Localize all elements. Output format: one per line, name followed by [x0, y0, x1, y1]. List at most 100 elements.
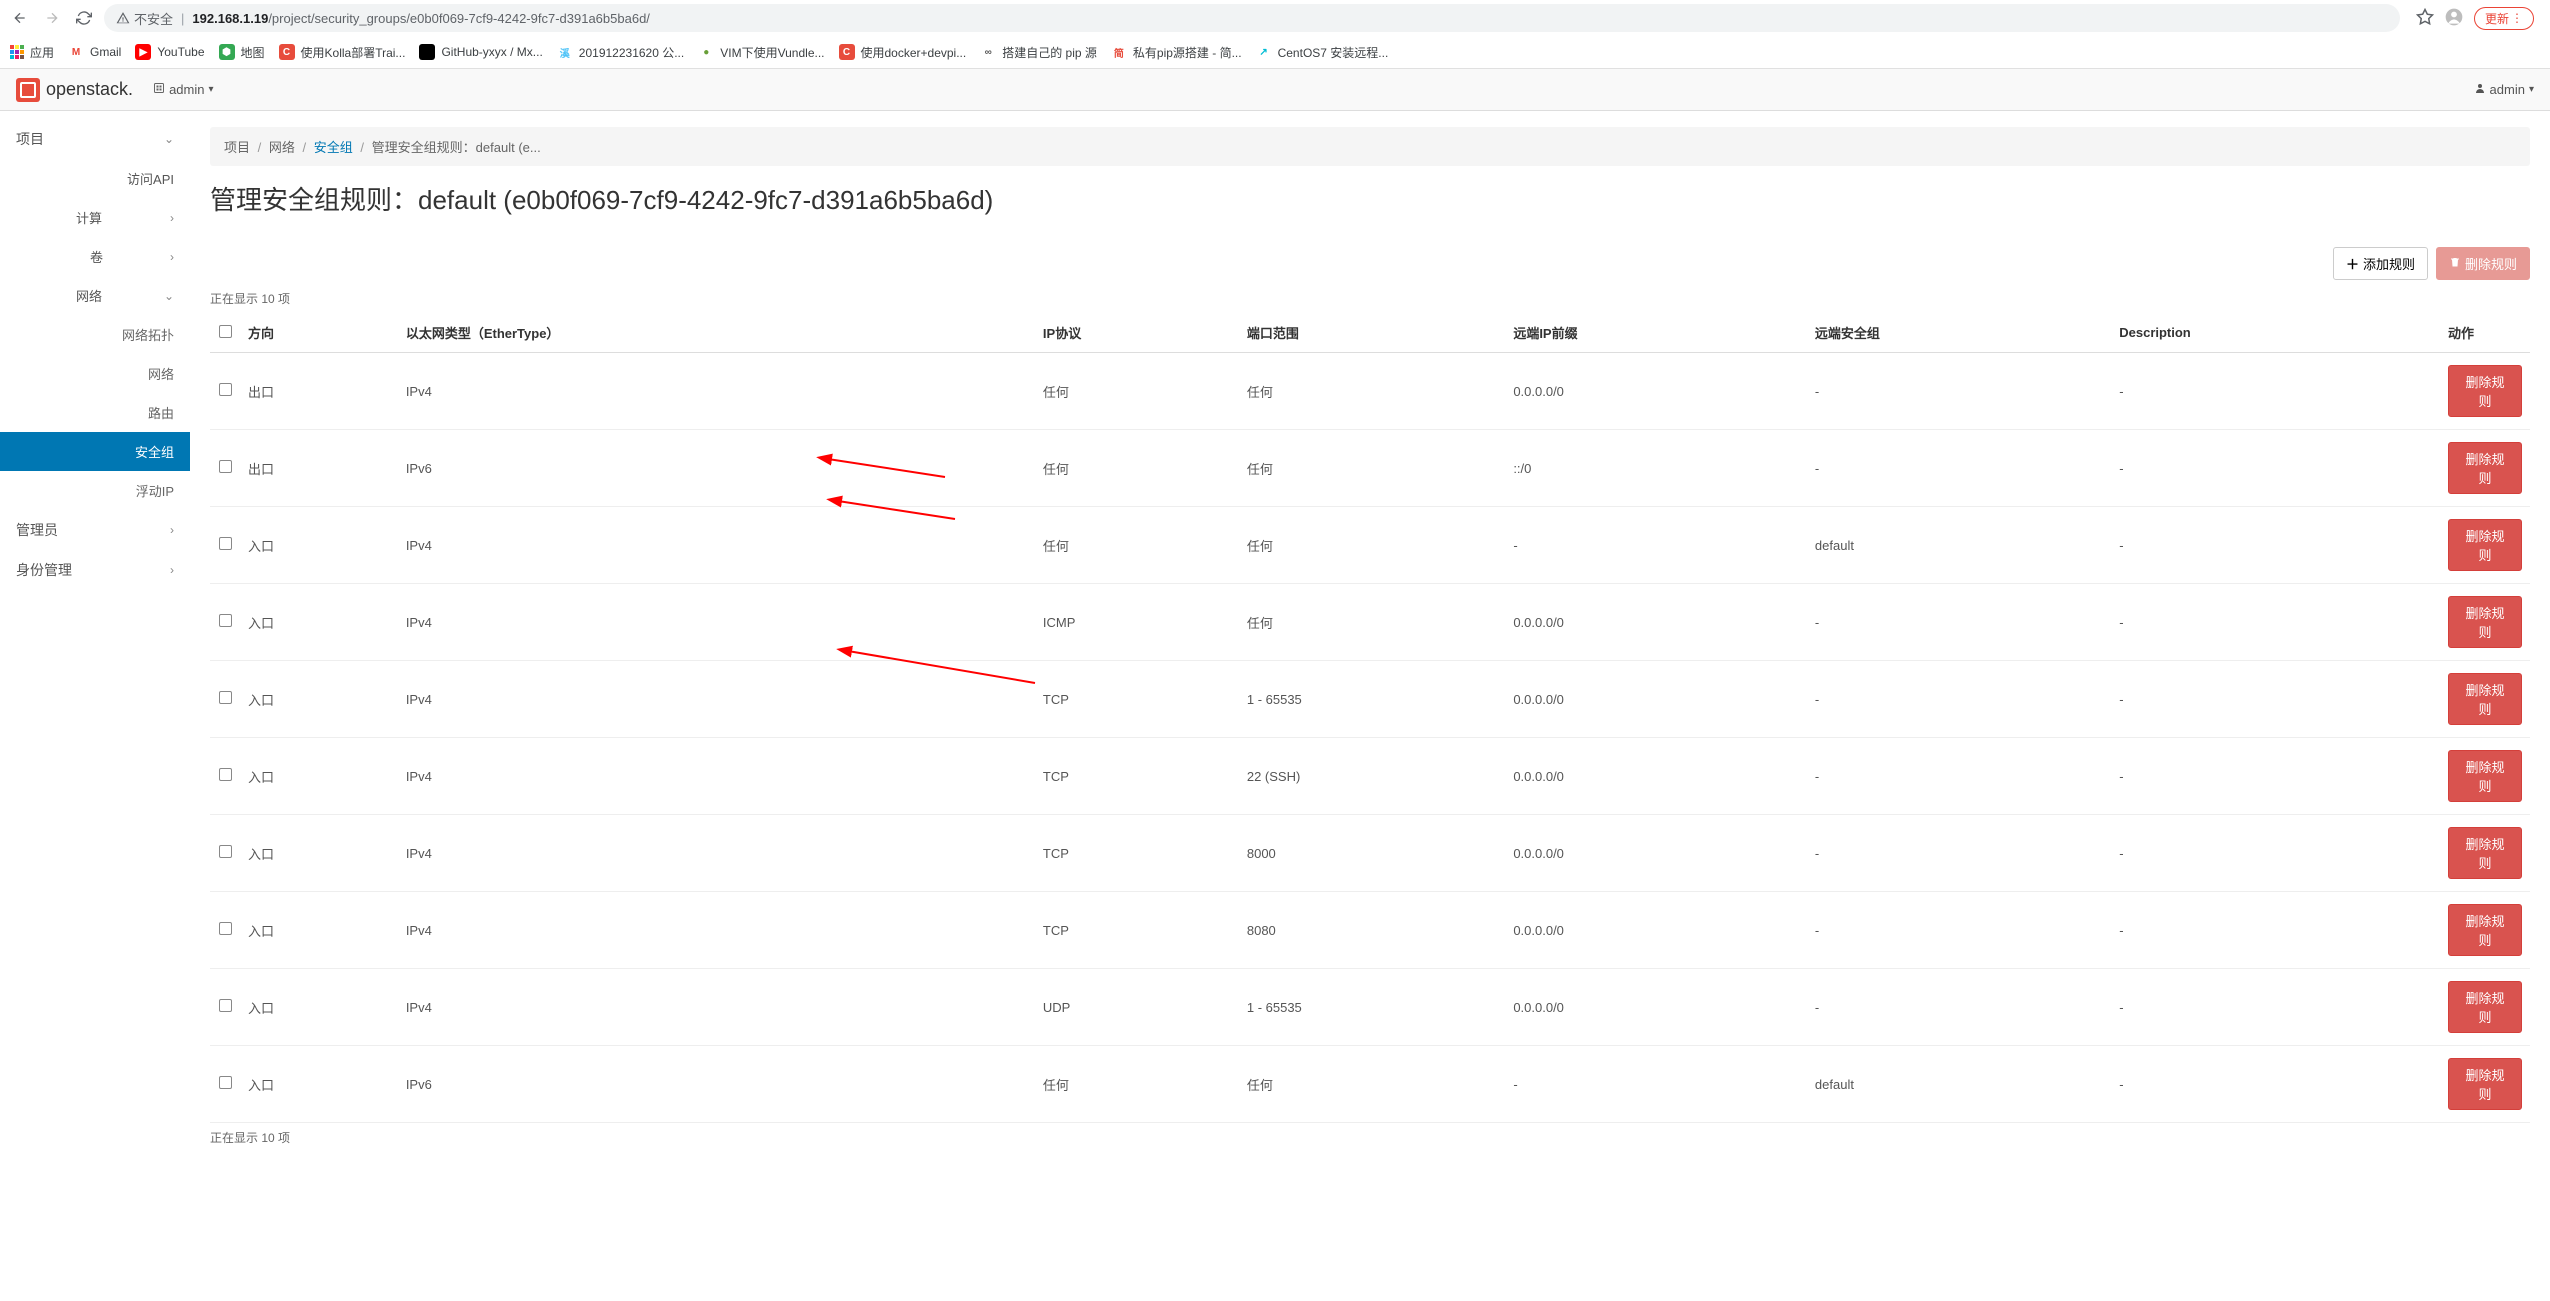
cell-remote-ip: 0.0.0.0/0 [1505, 969, 1807, 1046]
openstack-logo[interactable]: openstack. [16, 78, 133, 102]
cell-ip-protocol: TCP [1035, 815, 1239, 892]
select-all-checkbox[interactable] [219, 325, 232, 338]
cell-port-range: 1 - 65535 [1239, 661, 1505, 738]
row-checkbox[interactable] [219, 768, 232, 781]
bookmark-label: 私有pip源搭建 - 简... [1133, 44, 1242, 61]
delete-rule-button[interactable]: 删除规则 [2448, 365, 2522, 417]
bookmark-item[interactable]: GitHub-yxyx / Mx... [419, 44, 542, 60]
profile-icon[interactable] [2444, 7, 2464, 30]
col-ip-protocol[interactable]: IP协议 [1035, 313, 1239, 353]
chevron-right-icon: › [170, 563, 174, 577]
delete-rule-button[interactable]: 删除规则 [2448, 750, 2522, 802]
col-remote-ip[interactable]: 远端IP前缀 [1505, 313, 1807, 353]
breadcrumb: 项目 / 网络 / 安全组 / 管理安全组规则：default (e... [210, 127, 2530, 166]
cell-remote-ip: 0.0.0.0/0 [1505, 661, 1807, 738]
bookmark-item[interactable]: ▶YouTube [135, 44, 204, 60]
cell-port-range: 任何 [1239, 353, 1505, 430]
url-separator: | [181, 11, 184, 26]
cell-description: - [2111, 507, 2440, 584]
row-checkbox[interactable] [219, 691, 232, 704]
address-bar[interactable]: 不安全 | 192.168.1.19/project/security_grou… [104, 4, 2400, 32]
row-checkbox[interactable] [219, 460, 232, 473]
sidebar-item-floating-ips[interactable]: 浮动IP [0, 471, 190, 510]
apps-button[interactable]: 应用 [10, 44, 54, 61]
breadcrumb-network[interactable]: 网络 [269, 140, 295, 155]
col-description[interactable]: Description [2111, 313, 2440, 353]
delete-rule-button[interactable]: 删除规则 [2448, 904, 2522, 956]
row-checkbox[interactable] [219, 1076, 232, 1089]
cell-description: - [2111, 892, 2440, 969]
bookmark-item[interactable]: C使用Kolla部署Trai... [279, 44, 406, 61]
bookmarks-bar: 应用 MGmail ▶YouTube ⬢地图 C使用Kolla部署Trai... Git… [0, 36, 2550, 68]
bookmark-item[interactable]: ●VIM下使用Vundle... [698, 44, 824, 61]
bookmark-item[interactable]: 溪201912231620 公... [557, 44, 684, 61]
delete-rule-button[interactable]: 删除规则 [2448, 827, 2522, 879]
table-actions: ＋ 添加规则 删除规则 [210, 247, 2530, 280]
bookmark-item[interactable]: ↗CentOS7 安装远程... [1256, 44, 1389, 61]
row-checkbox[interactable] [219, 383, 232, 396]
delete-rule-button[interactable]: 删除规则 [2448, 1058, 2522, 1110]
bookmark-favicon: ● [698, 44, 714, 60]
bookmark-item[interactable]: ∞搭建自己的 pip 源 [980, 44, 1097, 61]
delete-rule-button[interactable]: 删除规则 [2448, 519, 2522, 571]
breadcrumb-security-groups[interactable]: 安全组 [314, 140, 353, 155]
cell-ip-protocol: UDP [1035, 969, 1239, 1046]
cell-description: - [2111, 584, 2440, 661]
sidebar-item-security-groups[interactable]: 安全组 [0, 432, 190, 471]
bookmark-item[interactable]: 简私有pip源搭建 - 简... [1111, 44, 1242, 61]
row-checkbox[interactable] [219, 614, 232, 627]
col-direction[interactable]: 方向 [240, 313, 398, 353]
user-menu[interactable]: admin ▾ [2474, 82, 2534, 97]
browser-update-button[interactable]: 更新 ⋮ [2474, 7, 2534, 30]
bookmark-favicon: ↗ [1256, 44, 1272, 60]
bookmark-item[interactable]: C使用docker+devpi... [839, 44, 967, 61]
caret-down-icon: ▾ [2529, 84, 2534, 95]
row-checkbox[interactable] [219, 922, 232, 935]
sidebar-item-project[interactable]: 项目 ⌄ [0, 119, 190, 159]
reload-button[interactable] [72, 6, 96, 30]
sidebar-item-networks[interactable]: 网络 [0, 354, 190, 393]
sidebar-item-identity[interactable]: 身份管理 › [0, 550, 190, 590]
forward-button[interactable] [40, 6, 64, 30]
page-title: 管理安全组规则：default (e0b0f069-7cf9-4242-9fc7… [210, 180, 2530, 217]
sidebar-item-routers[interactable]: 路由 [0, 393, 190, 432]
bookmark-label: GitHub-yxyx / Mx... [441, 45, 542, 59]
bookmark-item[interactable]: ⬢地图 [219, 44, 265, 61]
sidebar-item-network[interactable]: 网络 ⌄ [0, 276, 190, 315]
add-rule-button[interactable]: ＋ 添加规则 [2333, 247, 2428, 280]
delete-rule-button[interactable]: 删除规则 [2448, 981, 2522, 1033]
bookmark-star-icon[interactable] [2416, 8, 2434, 29]
row-checkbox[interactable] [219, 999, 232, 1012]
back-button[interactable] [8, 6, 32, 30]
bookmark-label: 使用docker+devpi... [861, 44, 967, 61]
openstack-brand-text: openstack. [46, 79, 133, 100]
bookmark-item[interactable]: MGmail [68, 44, 121, 60]
cell-direction: 入口 [240, 1046, 398, 1123]
row-checkbox[interactable] [219, 845, 232, 858]
cell-ip-protocol: 任何 [1035, 430, 1239, 507]
cell-port-range: 任何 [1239, 584, 1505, 661]
delete-rule-button[interactable]: 删除规则 [2448, 596, 2522, 648]
col-port-range[interactable]: 端口范围 [1239, 313, 1505, 353]
sidebar-item-volumes[interactable]: 卷 › [0, 237, 190, 276]
cell-remote-ip: 0.0.0.0/0 [1505, 892, 1807, 969]
delete-rule-button[interactable]: 删除规则 [2448, 442, 2522, 494]
cell-ip-protocol: 任何 [1035, 353, 1239, 430]
chevron-down-icon: ⌄ [164, 132, 174, 146]
cell-remote-ip: 0.0.0.0/0 [1505, 738, 1807, 815]
cell-description: - [2111, 815, 2440, 892]
row-checkbox[interactable] [219, 537, 232, 550]
delete-rule-button[interactable]: 删除规则 [2448, 673, 2522, 725]
cell-port-range: 任何 [1239, 507, 1505, 584]
col-ether-type[interactable]: 以太网类型（EtherType） [398, 313, 1035, 353]
chevron-right-icon: › [170, 523, 174, 537]
breadcrumb-project[interactable]: 项目 [224, 140, 250, 155]
col-remote-sg[interactable]: 远端安全组 [1807, 313, 2111, 353]
sidebar-item-api-access[interactable]: 访问API [0, 159, 190, 198]
sidebar-item-network-topology[interactable]: 网络拓扑 [0, 315, 190, 354]
sidebar-item-admin[interactable]: 管理员 › [0, 510, 190, 550]
cell-remote-ip: 0.0.0.0/0 [1505, 815, 1807, 892]
project-selector[interactable]: admin ▾ [153, 82, 213, 97]
delete-rules-button[interactable]: 删除规则 [2436, 247, 2530, 280]
sidebar-item-compute[interactable]: 计算 › [0, 198, 190, 237]
